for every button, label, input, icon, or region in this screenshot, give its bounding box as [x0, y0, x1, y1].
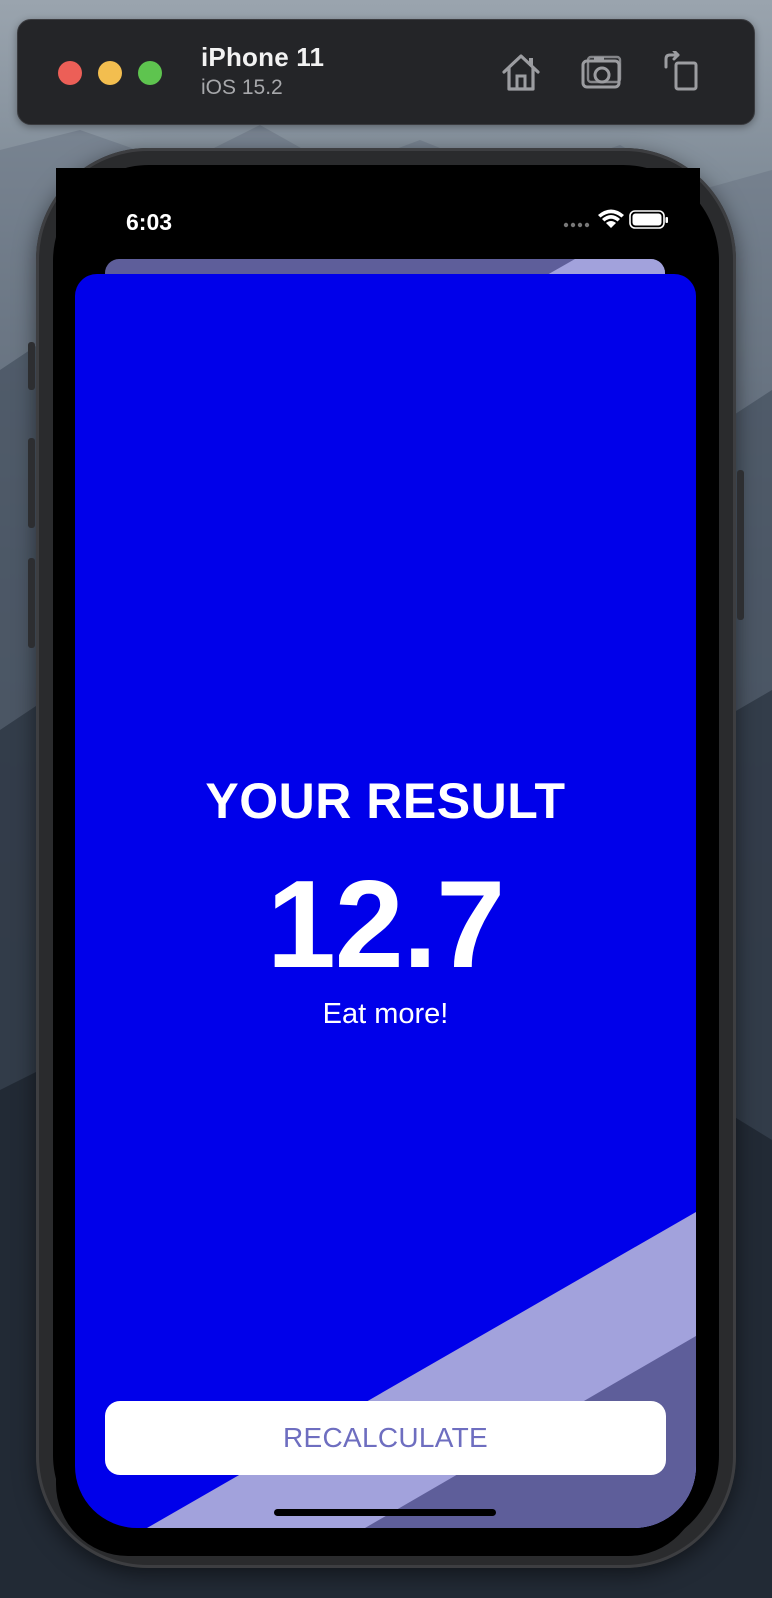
home-icon[interactable] — [499, 51, 543, 93]
home-indicator[interactable] — [274, 1509, 496, 1516]
status-time: 6:03 — [126, 209, 173, 235]
advice-message: Eat more! — [322, 998, 449, 1030]
close-window-button[interactable] — [58, 61, 82, 85]
battery-icon — [629, 210, 668, 229]
silent-switch — [28, 342, 35, 390]
power-button — [737, 470, 744, 620]
cellular-signal-icon — [563, 222, 590, 228]
screenshot-icon[interactable] — [580, 51, 624, 93]
simulator-toolbar: iPhone 11 iOS 15.2 — [17, 19, 755, 125]
bmi-value: 12.7 — [266, 856, 505, 994]
result-title: YOUR RESULT — [205, 773, 566, 829]
device-name: iPhone 11 — [201, 42, 325, 72]
wifi-icon — [598, 209, 624, 228]
recalculate-button[interactable]: RECALCULATE — [105, 1401, 666, 1475]
result-card: YOUR RESULT 12.7 Eat more! RECALCULATE — [75, 274, 696, 1528]
zoom-window-button[interactable] — [138, 61, 162, 85]
minimize-window-button[interactable] — [98, 61, 122, 85]
volume-up-button — [28, 438, 35, 528]
status-icons — [563, 209, 668, 229]
rotate-icon[interactable] — [660, 51, 704, 93]
volume-down-button — [28, 558, 35, 648]
os-version: iOS 15.2 — [201, 76, 283, 99]
